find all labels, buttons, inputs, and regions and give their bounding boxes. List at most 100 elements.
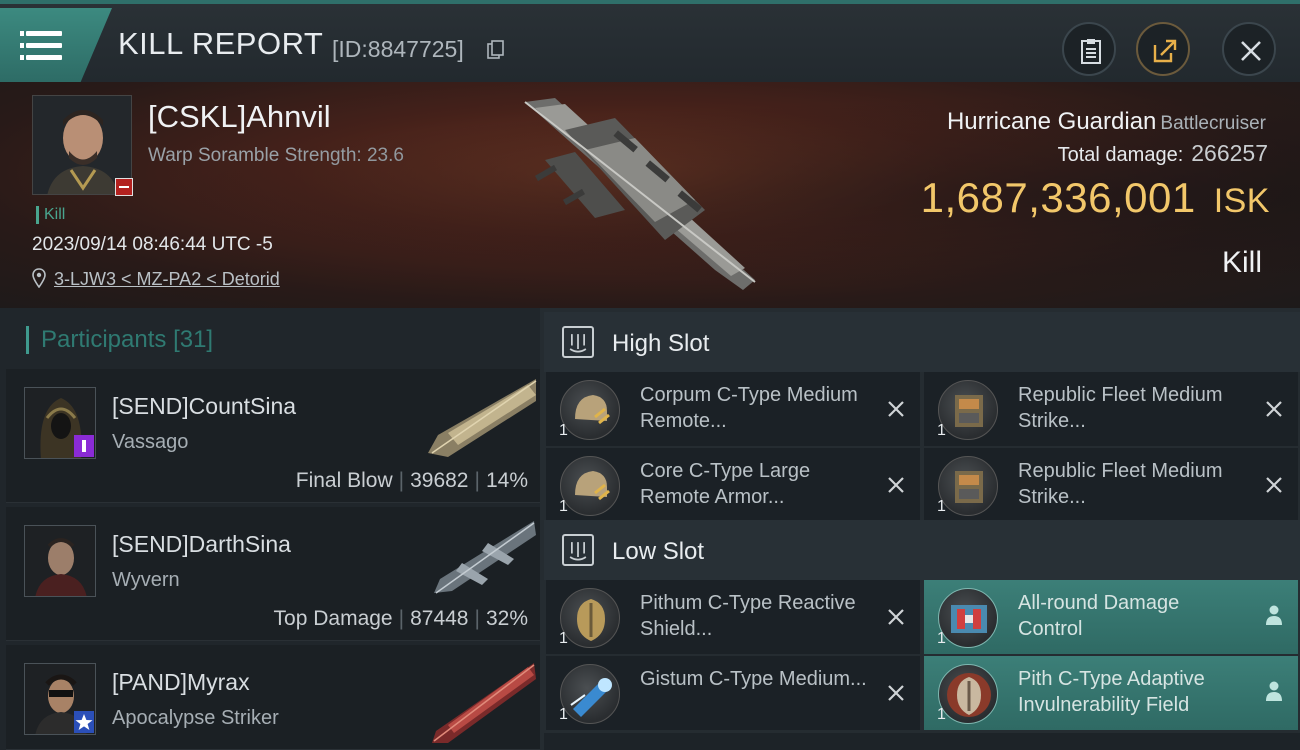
participants-count: [31]: [173, 326, 214, 353]
next-module-row-partial: [544, 733, 1300, 750]
page-title: KILL REPORT: [118, 26, 324, 61]
menu-icon-bar: [20, 55, 62, 60]
isk-amount: 1,687,336,001: [920, 174, 1196, 221]
kill-datetime: 2023/09/14 08:46:44 UTC -5: [32, 234, 273, 255]
participant-row[interactable]: [PAND]Myrax Apocalypse Striker: [6, 645, 540, 750]
destroyed-x-icon: [888, 477, 904, 493]
victim-avatar[interactable]: [32, 95, 132, 195]
kill-tag: Kill: [36, 206, 65, 224]
missile-launcher-icon: [938, 380, 998, 440]
close-button[interactable]: [1222, 22, 1276, 76]
ship-class: Battlecruiser: [1160, 113, 1266, 134]
module-name: Pithum C-Type Reactive Shield...: [640, 592, 856, 640]
destroyed-x-icon: [888, 401, 904, 417]
damage-control-icon: [938, 588, 998, 648]
top-bar: KILL REPORT [ID:8847725]: [0, 0, 1300, 82]
participant-role: Final Blow: [295, 469, 393, 492]
clipboard-button[interactable]: [1062, 22, 1116, 76]
module-quantity: 1: [559, 630, 568, 647]
ship-name-text: Hurricane Guardian: [946, 108, 1157, 135]
module-item[interactable]: 1 Corpum C-Type Medium Remote...: [546, 372, 920, 446]
participant-ship: Vassago: [112, 431, 189, 453]
warp-scramble-strength: Warp Soramble Strength: 23.6: [148, 145, 404, 166]
participant-row[interactable]: [SEND]CountSina Vassago Final Blow | 39682…: [6, 369, 540, 503]
person-icon: [1266, 681, 1282, 701]
low-slot-label: Low Slot: [612, 538, 705, 565]
isk-unit: ISK: [1213, 182, 1270, 220]
victim-ship-image: [524, 98, 756, 290]
participant-damage: 87448: [410, 607, 469, 630]
participant-ship: Apocalypse Striker: [112, 707, 279, 729]
victim-name[interactable]: [CSKL]Ahnvil: [148, 99, 331, 135]
high-slot-header: High Slot: [544, 312, 1300, 372]
participant-avatar: [24, 525, 96, 597]
module-quantity: 1: [559, 422, 568, 439]
module-item[interactable]: 1 Core C-Type Large Remote Armor...: [546, 448, 920, 522]
close-icon: [1241, 41, 1261, 61]
menu-icon-bar: [20, 43, 62, 48]
share-button[interactable]: [1136, 22, 1190, 76]
missile-launcher-icon: [938, 456, 998, 516]
avatar-image: [25, 526, 95, 596]
location-link[interactable]: 3-LJW3 < MZ-PA2 < Detorid: [54, 269, 280, 290]
participant-ship-image: [428, 379, 537, 457]
location-pin-icon: [32, 268, 46, 288]
shield-module-icon: [560, 588, 620, 648]
person-icon: [1266, 605, 1282, 625]
module-name: Corpum C-Type Medium Remote...: [640, 384, 858, 432]
isk-value: 1,687,336,001 ISK: [921, 174, 1270, 222]
destroyed-x-icon: [1266, 477, 1282, 493]
total-damage: Total damage: 266257: [1058, 140, 1268, 167]
participant-stats: Final Blow | 39682 | 14%: [295, 469, 528, 492]
module-name: Republic Fleet Medium Strike...: [1018, 460, 1223, 508]
module-item[interactable]: 1 Pith C-Type Adaptive Invulnerability F…: [924, 656, 1298, 730]
module-quantity: 1: [937, 706, 946, 723]
module-item[interactable]: 1 All-round Damage Control: [924, 580, 1298, 654]
share-icon: [1153, 39, 1177, 63]
remote-repair-module-icon: [560, 380, 620, 440]
participant-name: [SEND]CountSina: [112, 393, 297, 419]
module-quantity: 1: [937, 630, 946, 647]
participant-row[interactable]: [SEND]DarthSina Wyvern Top Damage | 87448 |…: [6, 507, 540, 641]
participant-damage: 39682: [410, 469, 469, 492]
copy-icon[interactable]: [487, 40, 505, 60]
low-slot-icon: [562, 534, 594, 566]
module-quantity: 1: [937, 422, 946, 439]
menu-button[interactable]: [0, 8, 112, 82]
high-slot-icon: [562, 326, 594, 358]
fitting-panel: High Slot 1 Corpum C-Type Medium Remote.…: [540, 308, 1300, 750]
destroyed-x-icon: [888, 609, 904, 625]
star-badge-icon: [74, 711, 94, 733]
participants-panel: Participants [31] [SEND]CountSina Vassag…: [0, 308, 540, 750]
module-quantity: 1: [559, 706, 568, 723]
module-quantity: 1: [559, 498, 568, 515]
participant-stats: Top Damage | 87448 | 32%: [273, 607, 528, 630]
victim-banner: [CSKL]Ahnvil Warp Soramble Strength: 23.…: [0, 82, 1300, 308]
result-label: Kill: [1221, 246, 1262, 279]
participant-name: [SEND]DarthSina: [112, 531, 291, 557]
module-name: Republic Fleet Medium Strike...: [1018, 384, 1223, 432]
module-name: Core C-Type Large Remote Armor...: [640, 460, 811, 508]
module-quantity: 1: [937, 498, 946, 515]
participant-ship-image: [434, 521, 536, 594]
negative-standing-badge: [115, 178, 133, 196]
destroyed-x-icon: [1266, 401, 1282, 417]
module-item[interactable]: 1 Gistum C-Type Medium...: [546, 656, 920, 730]
alliance-badge-icon: [74, 435, 94, 457]
participant-percent: 14%: [485, 469, 528, 492]
victim-ship-name: Hurricane Guardian Battlecruiser: [947, 108, 1266, 136]
module-item[interactable]: 1 Republic Fleet Medium Strike...: [924, 372, 1298, 446]
participants-label: Participants: [41, 326, 167, 353]
module-item[interactable]: 1 Pithum C-Type Reactive Shield...: [546, 580, 920, 654]
participant-percent: 32%: [485, 607, 528, 630]
high-slot-label: High Slot: [612, 330, 710, 357]
participant-name: [PAND]Myrax: [112, 669, 250, 695]
avatar-image: [33, 96, 131, 194]
module-name: Pith C-Type Adaptive Invulnerability Fie…: [1018, 668, 1205, 716]
total-damage-value: 266257: [1191, 140, 1268, 166]
module-item[interactable]: 1 Republic Fleet Medium Strike...: [924, 448, 1298, 522]
participant-role: Top Damage: [273, 607, 393, 630]
low-slot-header: Low Slot: [544, 520, 1300, 580]
destroyed-x-icon: [888, 685, 904, 701]
shield-module-icon: [938, 664, 998, 724]
